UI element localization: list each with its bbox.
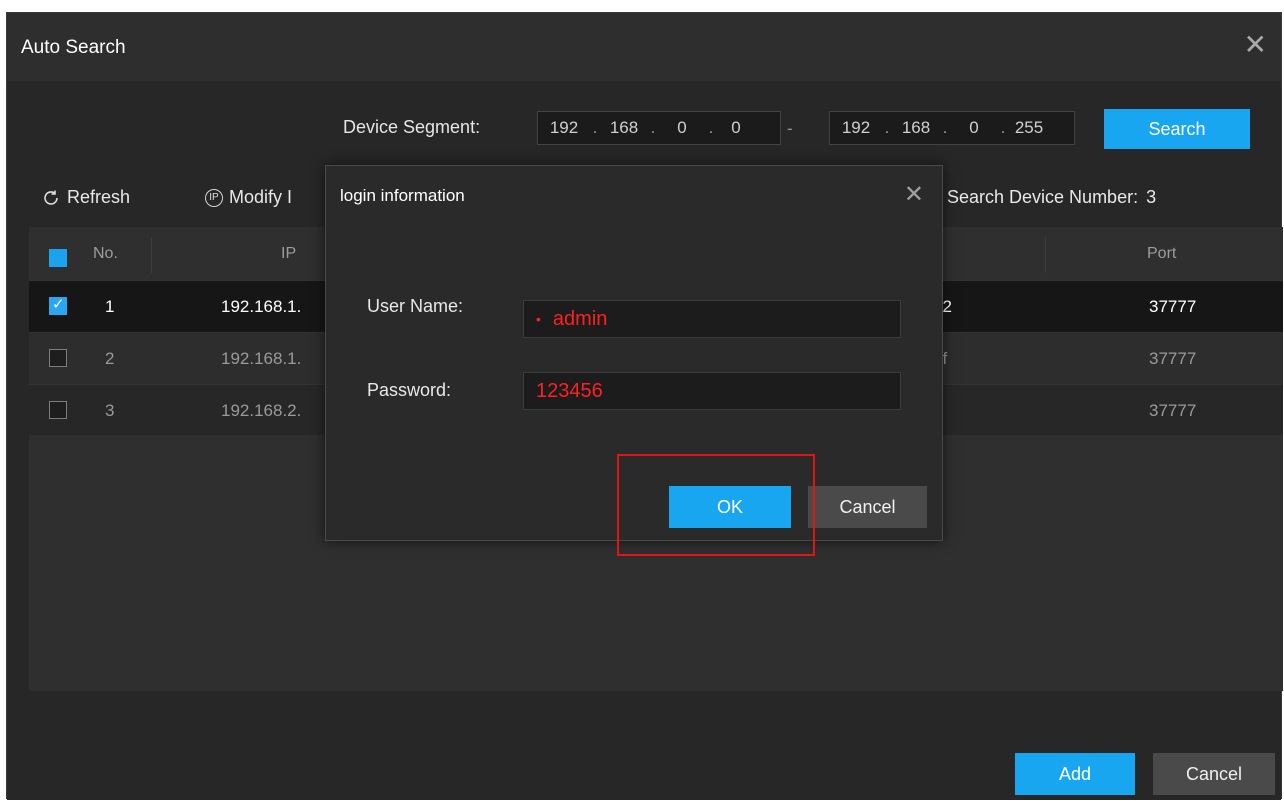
header-no: No. — [93, 245, 118, 262]
modify-ip-button[interactable]: IP Modify I — [205, 187, 292, 208]
login-dialog: login information ✕ User Name: • admin P… — [325, 165, 943, 541]
username-label: User Name: — [367, 296, 464, 316]
cancel-button[interactable]: Cancel — [1153, 753, 1275, 795]
modify-label: Modify I — [229, 187, 293, 207]
footer: Add Cancel — [7, 753, 1281, 795]
row-checkbox[interactable] — [49, 295, 67, 315]
window-titlebar: Auto Search ✕ — [7, 13, 1281, 81]
add-button[interactable]: Add — [1015, 753, 1135, 795]
search-button[interactable]: Search — [1104, 109, 1250, 149]
password-field[interactable]: 123456 — [523, 372, 901, 410]
search-count-value: 3 — [1146, 187, 1157, 207]
auto-search-window: Auto Search ✕ Device Segment: 192 . 168 … — [6, 12, 1283, 800]
ip-icon: IP — [205, 188, 223, 207]
dialog-cancel-button[interactable]: Cancel — [808, 486, 927, 528]
segment-dash: - — [787, 119, 793, 138]
device-segment-label: Device Segment: — [343, 117, 481, 137]
required-dot: • — [536, 311, 541, 327]
row-checkbox[interactable] — [49, 401, 67, 419]
top-white-strip — [0, 0, 1284, 12]
segment-end-input[interactable]: 192 . 168 . 0 . 255 — [829, 111, 1075, 145]
refresh-button[interactable]: Refresh — [41, 187, 130, 208]
refresh-label: Refresh — [67, 187, 131, 207]
window-title: Auto Search — [21, 37, 126, 58]
username-field[interactable]: • admin — [523, 300, 901, 338]
ok-button[interactable]: OK — [669, 486, 791, 528]
segment-start-input[interactable]: 192 . 168 . 0 . 0 — [537, 111, 781, 145]
select-all-checkbox[interactable] — [49, 249, 67, 267]
dialog-close-icon[interactable]: ✕ — [904, 180, 924, 209]
row-checkbox[interactable] — [49, 349, 67, 367]
header-port: Port — [1147, 245, 1177, 262]
dialog-title: login information — [340, 186, 465, 205]
device-segment-row: Device Segment: 192 . 168 . 0 . 0 - 192 … — [7, 107, 1281, 149]
search-device-count: Search Device Number: 3 — [947, 187, 1157, 207]
password-label: Password: — [367, 380, 452, 400]
close-icon[interactable]: ✕ — [1244, 31, 1267, 59]
refresh-icon — [41, 188, 61, 208]
header-ip: IP — [281, 245, 297, 262]
